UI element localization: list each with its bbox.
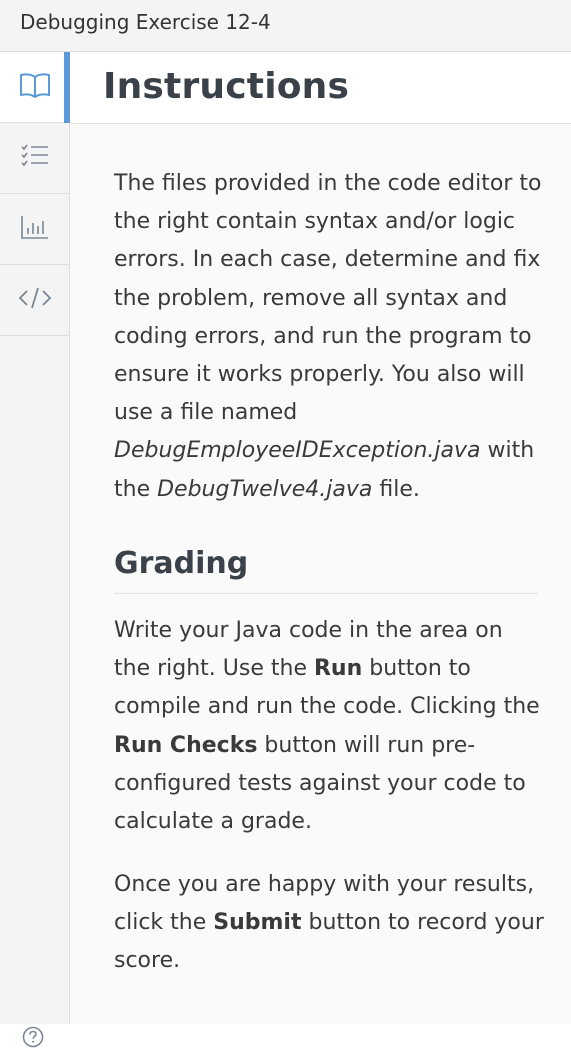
grading-heading: Grading bbox=[114, 546, 538, 594]
sidebar-item-instructions[interactable] bbox=[0, 52, 69, 123]
question-circle-icon bbox=[22, 1026, 44, 1052]
panel-header: Instructions bbox=[70, 52, 571, 124]
instructions-text-3: file. bbox=[372, 476, 420, 502]
sidebar-item-code[interactable] bbox=[0, 265, 69, 336]
instructions-paragraph: The files provided in the code editor to… bbox=[114, 165, 544, 509]
grading-paragraph: Write your Java code in the area on the … bbox=[114, 612, 544, 841]
run-keyword: Run bbox=[313, 656, 363, 682]
help-button[interactable] bbox=[22, 1026, 44, 1052]
page-title: Instructions bbox=[103, 66, 350, 107]
submit-keyword: Submit bbox=[213, 910, 302, 936]
bar-chart-icon bbox=[20, 214, 50, 244]
submit-paragraph: Once you are happy with your results, cl… bbox=[114, 866, 544, 981]
window-title: Debugging Exercise 12-4 bbox=[20, 10, 271, 34]
sidebar bbox=[0, 52, 70, 1048]
instructions-panel: Instructions The files provided in the c… bbox=[70, 52, 571, 1024]
sidebar-item-results[interactable] bbox=[0, 194, 69, 265]
run-checks-keyword: Run Checks bbox=[114, 732, 258, 758]
file-name-debug-twelve4: DebugTwelve4.java bbox=[157, 476, 373, 502]
code-brackets-icon bbox=[18, 285, 52, 315]
instructions-text-1: The files provided in the code editor to… bbox=[114, 171, 542, 426]
book-open-icon bbox=[18, 72, 52, 102]
sidebar-item-checklist[interactable] bbox=[0, 123, 69, 194]
checklist-icon bbox=[20, 143, 50, 173]
title-bar: Debugging Exercise 12-4 bbox=[0, 0, 571, 52]
file-name-debug-employee-id-exception: DebugEmployeeIDException.java bbox=[114, 438, 481, 464]
